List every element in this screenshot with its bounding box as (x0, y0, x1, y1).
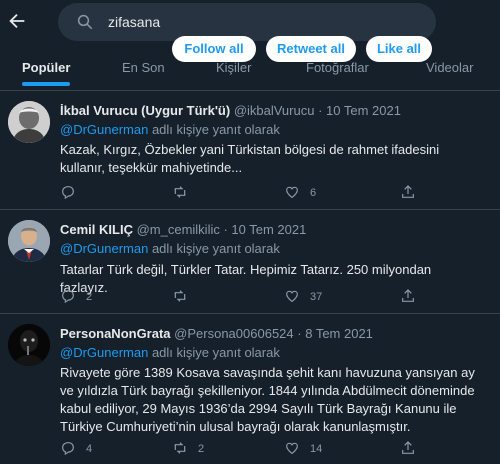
author-name[interactable]: PersonaNonGrata (60, 326, 171, 341)
share-icon (402, 441, 414, 454)
search-icon (76, 13, 94, 31)
heart-icon (286, 290, 298, 303)
author-name[interactable]: Cemil KILIÇ (60, 222, 133, 237)
retweet-icon (174, 442, 186, 454)
share-icon (402, 185, 414, 198)
tweet-text: Tatarlar Türk değil, Türkler Tatar. Hepi… (60, 262, 432, 295)
author-name[interactable]: İkbal Vurucu (Uygur Türk'ü) (60, 103, 230, 118)
tweet-date[interactable]: · 8 Tem 2021 (297, 326, 373, 341)
tab-latest[interactable]: En Son (122, 60, 165, 75)
heart-icon (286, 442, 298, 455)
active-tab-indicator (22, 82, 70, 86)
reply-mention-link[interactable]: @DrGunerman (60, 345, 148, 360)
reply-context: @DrGunerman adlı kişiye yanıt olarak (60, 122, 280, 137)
reply-context: @DrGunerman adlı kişiye yanıt olarak (60, 241, 280, 256)
tab-people[interactable]: Kişiler (216, 60, 251, 75)
reply-context: @DrGunerman adlı kişiye yanıt olarak (60, 345, 280, 360)
tab-photos[interactable]: Fotoğraflar (306, 60, 369, 75)
reply-icon (62, 290, 74, 304)
retweet-icon (174, 186, 186, 198)
tweet-date[interactable]: · 10 Tem 2021 (223, 222, 306, 237)
heart-icon (286, 186, 298, 199)
search-tabs: Popüler En Son Kişiler Fotoğraflar Video… (0, 56, 500, 90)
avatar[interactable] (8, 324, 50, 366)
share-icon (402, 289, 414, 302)
author-handle[interactable]: @m_cemilkilic (137, 222, 220, 237)
tweet-text: Kazak, Kırgız, Özbekler yani Türkistan b… (60, 142, 440, 175)
tweet-header: Cemil KILIÇ @m_cemilkilic · 10 Tem 2021 (60, 222, 306, 237)
tweet[interactable]: PersonaNonGrata @Persona00606524 · 8 Tem… (0, 314, 500, 464)
tab-videos[interactable]: Videolar (426, 60, 473, 75)
retweet-icon (174, 290, 186, 302)
avatar[interactable] (8, 101, 50, 143)
reply-suffix: adlı kişiye yanıt olarak (148, 345, 280, 360)
reply-mention-link[interactable]: @DrGunerman (60, 241, 148, 256)
search-query: zifasana (108, 14, 161, 30)
author-handle[interactable]: @ikbalVurucu (234, 103, 315, 118)
tab-popular[interactable]: Popüler (22, 60, 70, 75)
author-handle[interactable]: @Persona00606524 (174, 326, 293, 341)
back-arrow-icon[interactable] (6, 10, 28, 32)
reply-suffix: adlı kişiye yanıt olarak (148, 241, 280, 256)
reply-icon (62, 442, 74, 456)
tweet-text: Rivayete göre 1389 Kosava savaşında şehi… (60, 365, 475, 434)
tweet-header: İkbal Vurucu (Uygur Türk'ü) @ikbalVurucu… (60, 103, 401, 118)
reply-suffix: adlı kişiye yanıt olarak (148, 122, 280, 137)
tweet-header: PersonaNonGrata @Persona00606524 · 8 Tem… (60, 326, 373, 341)
tweet[interactable]: Cemil KILIÇ @m_cemilkilic · 10 Tem 2021 … (0, 210, 500, 314)
tweet[interactable]: İkbal Vurucu (Uygur Türk'ü) @ikbalVurucu… (0, 91, 500, 210)
avatar[interactable] (8, 220, 50, 262)
reply-mention-link[interactable]: @DrGunerman (60, 122, 148, 137)
tweet-date[interactable]: · 10 Tem 2021 (318, 103, 401, 118)
reply-icon (62, 186, 74, 200)
